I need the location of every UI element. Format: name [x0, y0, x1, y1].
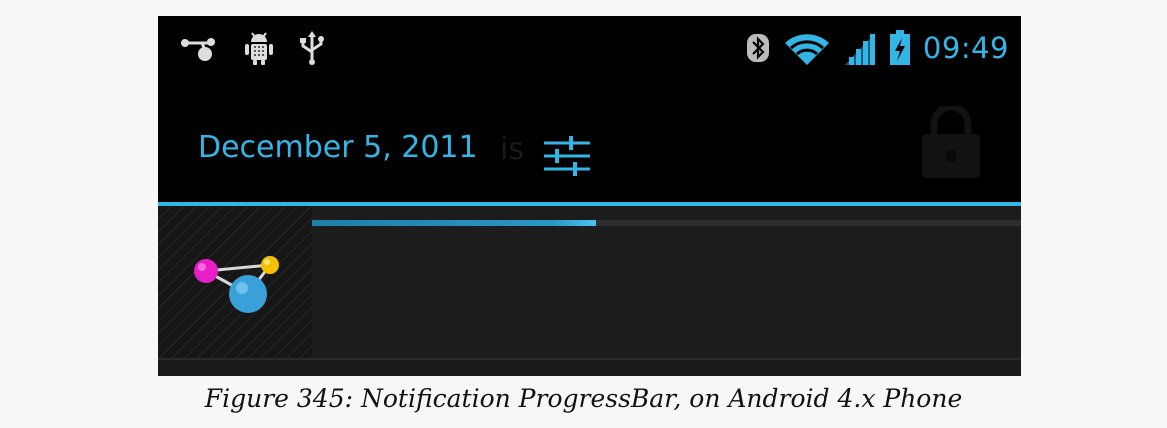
status-right-icons: 09:49	[745, 28, 1009, 68]
next-notification-edge	[158, 360, 1021, 376]
figure-caption: Figure 345: Notification ProgressBar, on…	[204, 384, 963, 413]
progress-bar	[312, 220, 1021, 226]
notification-shade-header: December 5, 2011 is	[158, 80, 1021, 256]
ghost-lock-icon	[922, 106, 980, 178]
molecule-app-icon	[194, 256, 279, 313]
phone-screen: 09:49 December 5, 2011 is	[158, 16, 1021, 376]
progress-bar-fill	[312, 220, 596, 226]
usb-icon	[300, 31, 324, 65]
bluetooth-icon	[746, 34, 769, 62]
signal-icon	[844, 33, 875, 65]
android-debug-icon	[245, 32, 273, 65]
usb-connection-icon	[181, 38, 215, 61]
wifi-icon	[784, 34, 829, 65]
notification-item[interactable]	[158, 206, 1021, 358]
ghost-text: is	[500, 132, 524, 167]
battery-charging-icon	[889, 30, 910, 65]
notification-icon-area	[158, 206, 312, 358]
date-label: December 5, 2011	[198, 130, 478, 165]
status-left-icons	[180, 30, 326, 66]
status-clock: 09:49	[922, 31, 1009, 65]
status-bar: 09:49	[158, 16, 1021, 80]
quick-settings-icon[interactable]	[542, 134, 592, 178]
